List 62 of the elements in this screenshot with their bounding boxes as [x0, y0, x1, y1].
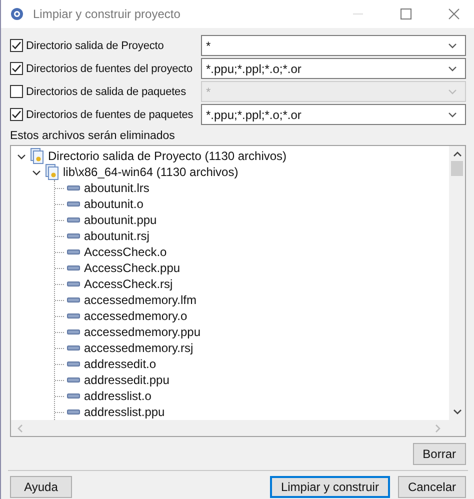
caret-icon	[448, 88, 457, 94]
window-title: Limpiar y construir proyecto	[33, 7, 180, 21]
tree-item[interactable]: aboutunit.lrs	[84, 181, 150, 195]
caret-icon	[448, 66, 457, 72]
scroll-up-icon[interactable]	[452, 151, 462, 157]
tree-item[interactable]: accessedmemory.rsj	[84, 341, 194, 355]
tree-item[interactable]: AccessCheck.rsj	[84, 277, 173, 291]
scroll-down-icon[interactable]	[452, 409, 462, 415]
file-icon	[67, 217, 80, 223]
dropdown-field[interactable]: *.ppu;*.ppl;*.o;*.or	[201, 104, 466, 125]
cancel-button[interactable]: Cancelar	[398, 476, 466, 498]
tree-item[interactable]: addressedit.ppu	[84, 373, 170, 387]
tree-item[interactable]: aboutunit.ppu	[84, 213, 157, 227]
tree-item[interactable]: addressedit.o	[84, 357, 156, 371]
option-label[interactable]: Directorio salida de Proyecto	[26, 40, 164, 52]
help-button[interactable]: Ayuda	[10, 476, 72, 498]
file-icon	[67, 281, 80, 287]
tree-item[interactable]: AccessCheck.ppu	[84, 261, 180, 275]
file-icon	[67, 265, 80, 271]
file-icon	[67, 393, 80, 399]
delete-button[interactable]: Borrar	[412, 443, 466, 465]
expand-toggle-icon[interactable]	[32, 168, 41, 176]
expand-toggle-icon[interactable]	[17, 152, 26, 160]
folder-files-icon	[30, 148, 44, 164]
tree-item[interactable]: Directorio salida de Proyecto (1130 archivos)	[48, 149, 287, 163]
tree-item[interactable]: accessedmemory.o	[84, 309, 188, 323]
vertical-scrollbar[interactable]	[449, 146, 465, 420]
file-icon	[67, 345, 80, 351]
tree-item[interactable]: accessedmemory.lfm	[84, 293, 196, 307]
dropdown-field[interactable]: *	[201, 35, 466, 56]
file-icon	[67, 233, 80, 239]
file-icon	[67, 409, 80, 415]
maximize-icon[interactable]	[400, 8, 412, 20]
option-label[interactable]: Directorios de fuentes de paquetes	[26, 108, 194, 120]
file-icon	[67, 377, 80, 383]
tree-item[interactable]: AccessCheck.o	[84, 245, 167, 259]
file-icon	[67, 201, 80, 207]
section-label: Estos archivos serán eliminados	[10, 130, 176, 142]
tree-item[interactable]: aboutunit.rsj	[84, 229, 150, 243]
tree-item[interactable]: addresslist.o	[84, 389, 152, 403]
dropdown-field[interactable]: *.ppu;*.ppl;*.o;*.or	[201, 58, 466, 79]
file-icon	[67, 249, 80, 255]
close-icon[interactable]	[448, 8, 460, 20]
tree-item[interactable]: addresslist.ppu	[84, 405, 165, 419]
file-icon	[67, 313, 80, 319]
file-icon	[67, 329, 80, 335]
scroll-thumb[interactable]	[451, 161, 463, 176]
checkbox[interactable]	[10, 39, 23, 52]
tree-item[interactable]: accessedmemory.ppu	[84, 325, 200, 339]
file-icon	[67, 361, 80, 367]
caret-icon	[448, 112, 457, 118]
tree-item[interactable]: lib\x86_64-win64 (1130 archivos)	[63, 165, 238, 179]
folder-files-icon	[45, 164, 59, 180]
caret-icon	[448, 42, 457, 48]
tree-item[interactable]: aboutunit.o	[84, 197, 144, 211]
option-label[interactable]: Directorios de fuentes del proyecto	[26, 62, 192, 74]
file-icon	[67, 185, 80, 191]
app-icon	[9, 6, 25, 22]
build-button[interactable]: Limpiar y construir	[270, 476, 390, 498]
checkbox[interactable]	[10, 62, 23, 75]
checkbox[interactable]	[10, 108, 23, 121]
file-icon	[67, 297, 80, 303]
